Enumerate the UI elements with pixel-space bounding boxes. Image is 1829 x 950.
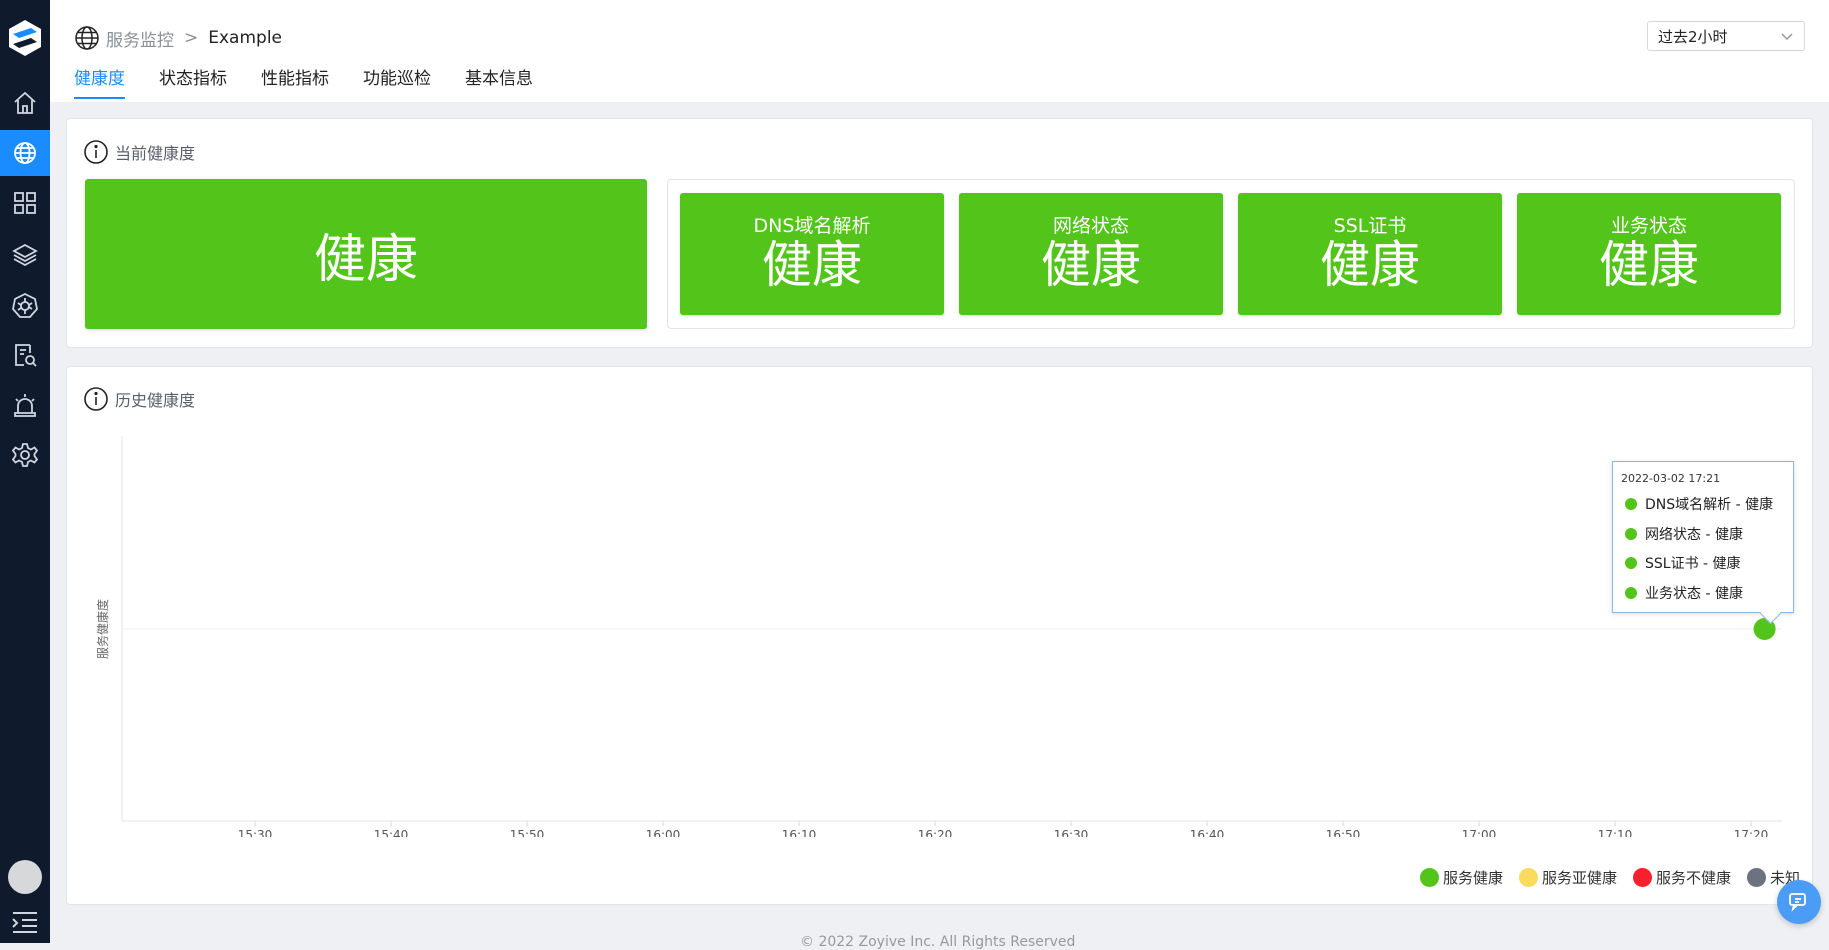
x-tick-label: 17:20 bbox=[1734, 828, 1769, 837]
home-icon bbox=[14, 91, 36, 114]
business-health-box: 业务状态 健康 bbox=[1517, 193, 1781, 315]
chat-support-button[interactable] bbox=[1777, 880, 1821, 924]
chevron-down-icon bbox=[1781, 33, 1793, 41]
tooltip-row: 业务状态 - 健康 bbox=[1625, 583, 1743, 603]
breadcrumb-root[interactable]: 服务监控 bbox=[106, 26, 174, 51]
sidebar-item-layers[interactable] bbox=[0, 232, 50, 278]
chart-tooltip: 2022-03-02 17:21 DNS域名解析 - 健康 网络状态 - 健康 … bbox=[1612, 461, 1794, 625]
tooltip-dot bbox=[1625, 498, 1637, 510]
tooltip-row: 网络状态 - 健康 bbox=[1625, 524, 1743, 544]
sidebar-item-service-monitor[interactable] bbox=[0, 130, 50, 176]
tab-bar: 健康度 状态指标 性能指标 功能巡检 基本信息 bbox=[74, 64, 567, 99]
chart-legend: 服务健康 服务亚健康 服务不健康 未知 bbox=[1404, 867, 1800, 888]
info-icon[interactable] bbox=[83, 139, 109, 165]
ssl-health-box: SSL证书 健康 bbox=[1238, 193, 1502, 315]
legend-label-subhealthy: 服务亚健康 bbox=[1541, 869, 1617, 887]
time-range-select[interactable]: 过去2小时 bbox=[1647, 21, 1805, 51]
x-tick-label: 16:30 bbox=[1054, 828, 1089, 837]
chat-icon bbox=[1789, 893, 1806, 912]
y-axis-label: 服务健康度 bbox=[95, 599, 110, 659]
legend-label-unhealthy: 服务不健康 bbox=[1655, 869, 1731, 887]
x-tick-label: 16:10 bbox=[782, 828, 817, 837]
component-health-group: DNS域名解析 健康 网络状态 健康 SSL证书 健康 业务状态 健康 bbox=[667, 179, 1795, 329]
grid-icon bbox=[14, 192, 36, 214]
globe-icon bbox=[75, 26, 99, 50]
tooltip-time: 2022-03-02 17:21 bbox=[1621, 472, 1721, 485]
history-chart: 服务健康度 15:30 15:40 15:50 16:00 16:10 16:20 16:3… bbox=[95, 436, 1782, 837]
legend-item-healthy[interactable]: 服务健康 bbox=[1419, 867, 1503, 888]
tooltip-row: SSL证书 - 健康 bbox=[1625, 553, 1741, 573]
sidebar-item-kubernetes[interactable] bbox=[0, 282, 50, 328]
current-health-card: 当前健康度 健康 DNS域名解析 健康 网络状态 健康 SSL证书 健康 业务状… bbox=[66, 118, 1813, 348]
x-tick-label: 16:20 bbox=[918, 828, 953, 837]
legend-dot-unhealthy bbox=[1632, 868, 1652, 887]
legend-dot-healthy bbox=[1419, 868, 1439, 887]
tab-performance-metrics[interactable]: 性能指标 bbox=[261, 64, 329, 99]
layers-icon bbox=[12, 243, 38, 267]
x-tick-label: 17:00 bbox=[1462, 828, 1497, 837]
x-tick-label: 17:10 bbox=[1598, 828, 1633, 837]
x-tick-label: 15:40 bbox=[374, 828, 409, 837]
log-search-icon bbox=[15, 344, 37, 367]
ssl-status: 健康 bbox=[1320, 236, 1420, 294]
sidebar-item-logs[interactable] bbox=[0, 332, 50, 378]
network-health-box: 网络状态 健康 bbox=[959, 193, 1223, 315]
tooltip-dot bbox=[1625, 528, 1637, 540]
sidebar bbox=[0, 0, 50, 943]
avatar[interactable] bbox=[8, 860, 42, 894]
legend-label-healthy: 服务健康 bbox=[1442, 869, 1503, 887]
x-tick-label: 16:40 bbox=[1190, 828, 1225, 837]
tooltip-row: DNS域名解析 - 健康 bbox=[1625, 494, 1773, 514]
x-tick-label: 16:00 bbox=[646, 828, 681, 837]
legend-item-subhealthy[interactable]: 服务亚健康 bbox=[1518, 867, 1617, 888]
helm-icon bbox=[12, 292, 38, 318]
tooltip-text: SSL证书 - 健康 bbox=[1645, 556, 1741, 572]
x-tick-label: 16:50 bbox=[1326, 828, 1361, 837]
legend-dot-unknown bbox=[1746, 868, 1766, 887]
tab-inspection[interactable]: 功能巡检 bbox=[363, 64, 431, 99]
tooltip-text: DNS域名解析 - 健康 bbox=[1645, 497, 1774, 513]
globe-icon bbox=[14, 142, 36, 164]
dns-status: 健康 bbox=[762, 236, 862, 294]
breadcrumb-current: Example bbox=[208, 28, 283, 48]
sidebar-item-home[interactable] bbox=[0, 80, 50, 126]
gear-icon bbox=[11, 443, 39, 467]
current-health-label: 当前健康度 bbox=[115, 144, 196, 163]
overall-health-status: 健康 bbox=[85, 179, 647, 329]
ssl-label: SSL证书 bbox=[1333, 215, 1407, 237]
tooltip-dot bbox=[1625, 587, 1637, 599]
tooltip-dot bbox=[1625, 557, 1637, 569]
tab-health[interactable]: 健康度 bbox=[74, 64, 125, 99]
tab-basic-info[interactable]: 基本信息 bbox=[465, 64, 533, 99]
sidebar-item-alerts[interactable] bbox=[0, 382, 50, 428]
x-tick-label: 15:50 bbox=[510, 828, 545, 837]
legend-item-unhealthy[interactable]: 服务不健康 bbox=[1632, 867, 1731, 888]
network-status: 健康 bbox=[1041, 236, 1141, 294]
current-health-title: 当前健康度 bbox=[83, 139, 195, 165]
breadcrumb: 服务监控 > Example bbox=[74, 24, 282, 52]
page-header: 服务监控 > Example 健康度 状态指标 性能指标 功能巡检 基本信息 过… bbox=[50, 0, 1829, 102]
sidebar-item-dashboard[interactable] bbox=[0, 180, 50, 226]
sidebar-item-settings[interactable] bbox=[0, 432, 50, 478]
time-range-value: 过去2小时 bbox=[1658, 27, 1728, 46]
app-logo[interactable] bbox=[5, 18, 45, 58]
business-status: 健康 bbox=[1599, 236, 1699, 294]
tooltip-text: 业务状态 - 健康 bbox=[1645, 586, 1743, 602]
collapse-menu-icon[interactable] bbox=[10, 908, 40, 936]
tab-status-metrics[interactable]: 状态指标 bbox=[159, 64, 227, 99]
alarm-icon bbox=[14, 394, 36, 417]
network-label: 网络状态 bbox=[1052, 215, 1129, 237]
page-footer: © 2022 Zoyive Inc. All Rights Reserved bbox=[800, 934, 1076, 950]
breadcrumb-separator: > bbox=[184, 28, 199, 48]
tooltip-text: 网络状态 - 健康 bbox=[1645, 527, 1743, 543]
dns-label: DNS域名解析 bbox=[753, 215, 871, 237]
dns-health-box: DNS域名解析 健康 bbox=[680, 193, 944, 315]
business-label: 业务状态 bbox=[1610, 215, 1687, 237]
legend-dot-subhealthy bbox=[1518, 868, 1538, 887]
x-tick-label: 15:30 bbox=[238, 828, 273, 837]
history-health-card: 历史健康度 服务健康度 15:30 15:40 15:50 16:00 16:10 16:… bbox=[66, 366, 1813, 905]
